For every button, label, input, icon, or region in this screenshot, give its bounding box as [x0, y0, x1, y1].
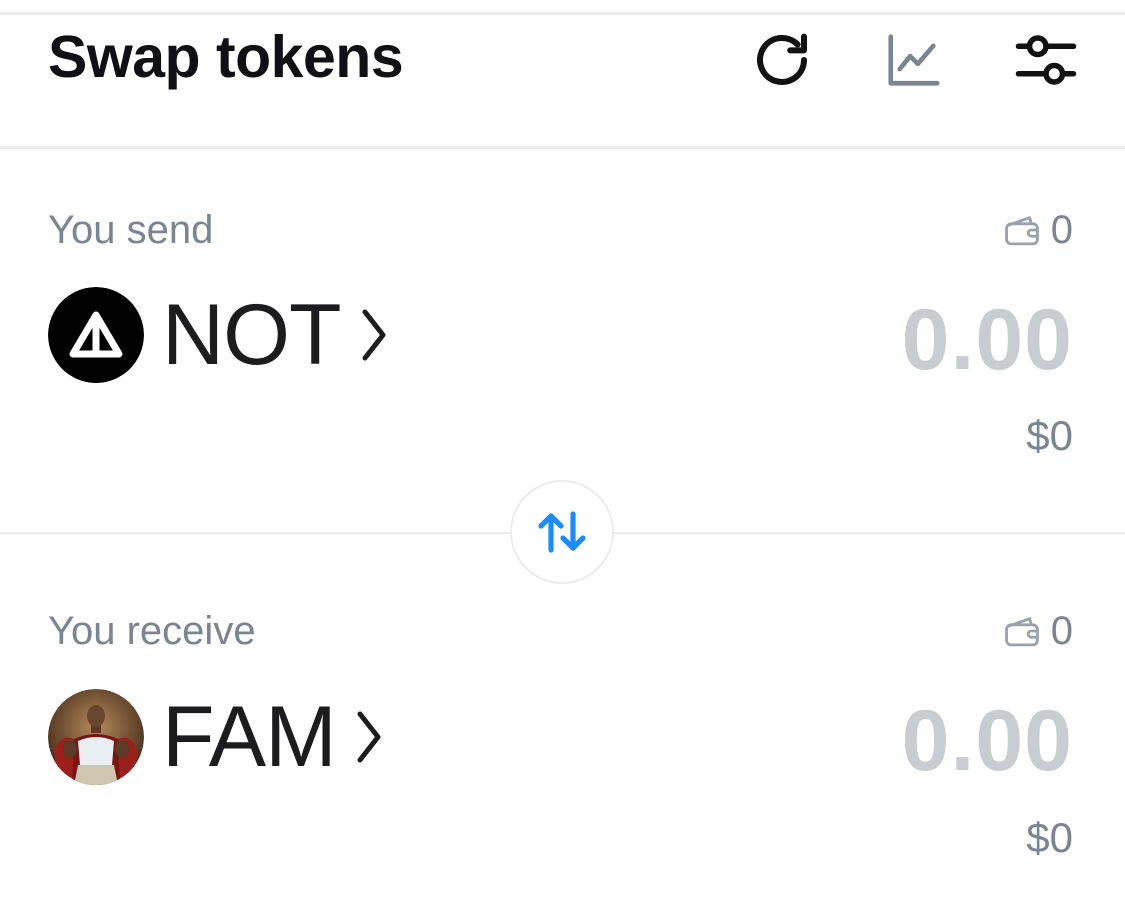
refresh-button[interactable]: [746, 24, 818, 96]
header-divider: [0, 146, 1125, 149]
send-label: You send: [48, 208, 214, 252]
send-token-name: NOT: [162, 287, 342, 383]
receive-token-selector[interactable]: FAM: [48, 689, 384, 785]
top-divider: [0, 12, 1125, 15]
receive-fiat-value: $0: [1026, 814, 1073, 861]
wallet-icon: [1004, 617, 1039, 647]
page-title: Swap tokens: [48, 24, 404, 90]
send-token-selector[interactable]: NOT: [48, 287, 389, 383]
receive-token-name: FAM: [162, 689, 337, 785]
send-balance: 0: [1003, 206, 1073, 254]
chevron-right-icon: [354, 708, 384, 766]
swap-direction-button[interactable]: [510, 480, 614, 584]
notcoin-logo-icon: [48, 287, 144, 383]
swap-arrows-icon: [538, 511, 586, 553]
refresh-icon: [757, 33, 808, 85]
settings-button[interactable]: [1010, 24, 1082, 96]
receive-balance-value: 0: [1050, 609, 1073, 653]
chevron-right-icon: [359, 306, 389, 364]
receive-balance: 0: [1003, 607, 1073, 655]
fam-avatar-icon: [48, 689, 144, 785]
send-balance-value: 0: [1050, 208, 1073, 252]
send-amount-input[interactable]: 0.00: [902, 292, 1073, 388]
receive-amount-input[interactable]: 0.00: [902, 693, 1073, 789]
chart-button[interactable]: [878, 24, 950, 96]
settings-sliders-icon: [1015, 35, 1077, 85]
send-fiat-value: $0: [1026, 412, 1073, 459]
receive-label: You receive: [48, 609, 256, 653]
chart-icon: [888, 34, 940, 86]
wallet-icon: [1004, 216, 1039, 246]
